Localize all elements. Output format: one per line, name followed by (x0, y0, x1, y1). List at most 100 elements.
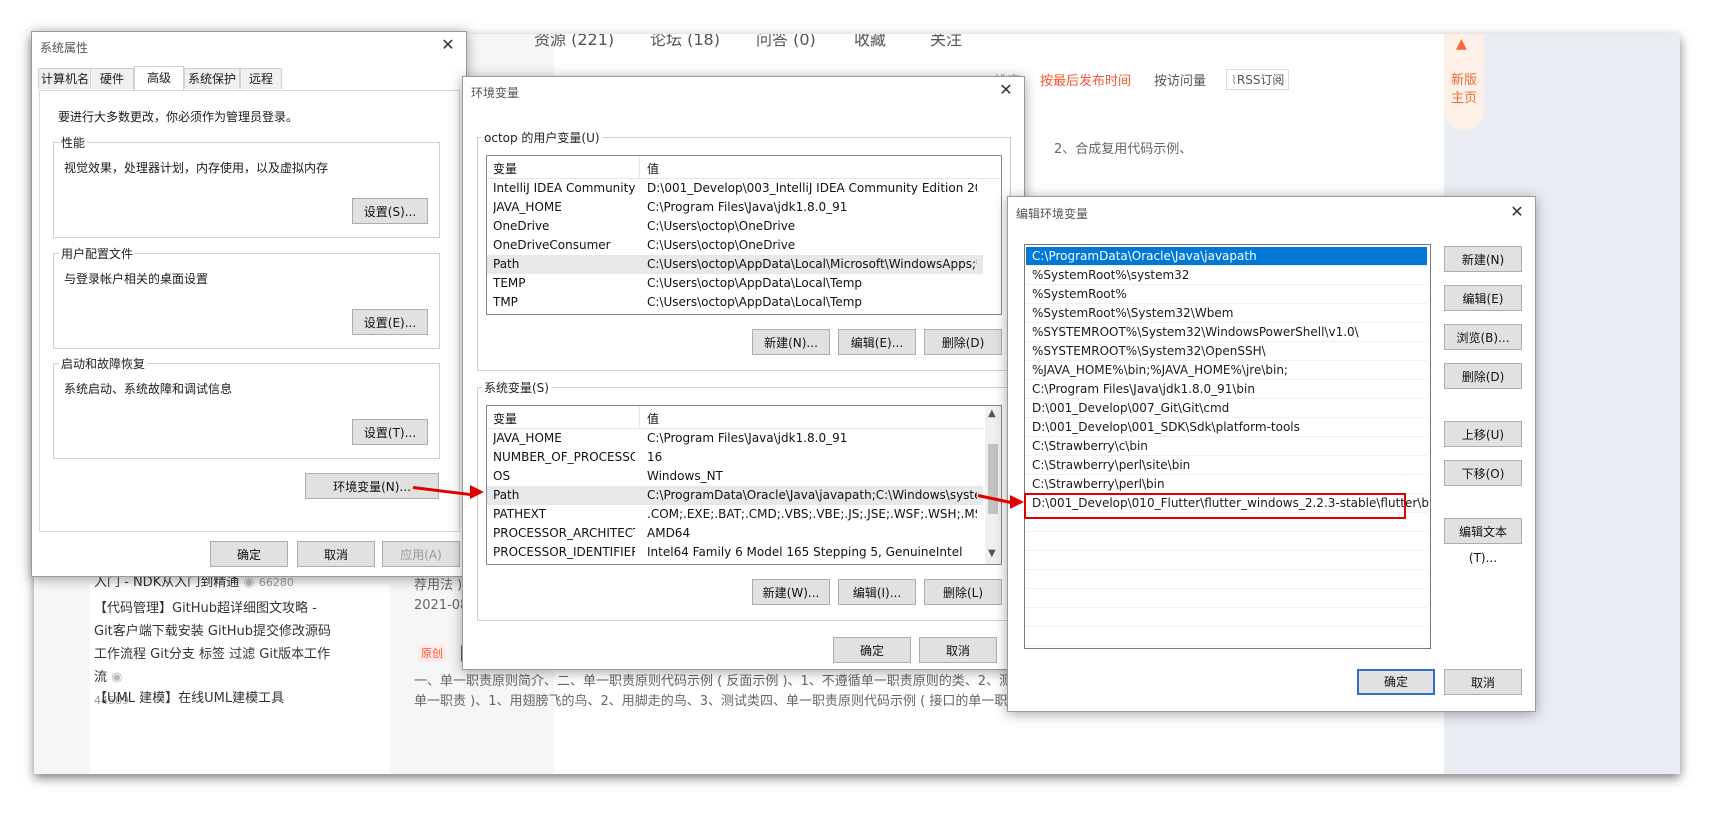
tab-qa[interactable]: 问答 (0) (756, 34, 816, 50)
table-row[interactable]: Path C:\Users\octop\AppData\Local\Microso… (487, 255, 983, 274)
vertical-scrollbar[interactable]: ▲ ▼ (985, 406, 1001, 564)
delete-button[interactable]: 删除(D) (1444, 363, 1522, 389)
new-button[interactable]: 新建(N) (1444, 246, 1522, 272)
tab-system-protection[interactable]: 系统保护 (184, 68, 240, 89)
performance-desc: 视觉效果，处理器计划，内存使用，以及虚拟内存 (64, 161, 329, 175)
cancel-button[interactable]: 取消 (919, 637, 997, 663)
ok-button[interactable]: 确定 (1357, 669, 1435, 695)
move-up-button[interactable]: 上移(U) (1444, 421, 1522, 447)
column-header-value[interactable]: 值 (647, 160, 659, 177)
path-entry[interactable]: %SYSTEMROOT%\System32\WindowsPowerShell\… (1026, 323, 1427, 342)
system-variables-table[interactable]: 变量 值 JAVA_HOME C:\Program Files\Java\jdk1… (486, 405, 1002, 565)
variable-value: D:\001_Develop\003_IntelliJ IDEA Communi… (647, 181, 977, 195)
path-entry[interactable]: %SystemRoot% (1026, 285, 1427, 304)
variable-value: AMD64 (647, 526, 691, 540)
user-delete-button[interactable]: 删除(D) (924, 329, 1002, 355)
ok-button[interactable]: 确定 (210, 541, 288, 567)
original-badge: 原创 (418, 644, 446, 662)
path-entry[interactable] (1026, 589, 1427, 608)
tab-hardware[interactable]: 硬件 (90, 68, 134, 89)
column-header-variable[interactable]: 变量 (493, 160, 517, 177)
table-row[interactable]: JAVA_HOME C:\Program Files\Java\jdk1.8.0_… (487, 429, 983, 448)
path-entry[interactable]: %SystemRoot%\system32 (1026, 266, 1427, 285)
tab-forum[interactable]: 论坛 (18) (650, 34, 720, 50)
startup-recovery-label: 启动和故障恢复 (59, 355, 148, 372)
path-entry[interactable]: C:\Strawberry\c\bin (1026, 437, 1427, 456)
variable-name: PROCESSOR_IDENTIFIER (493, 545, 635, 559)
scroll-up-icon[interactable]: ▲ (988, 408, 996, 419)
user-variables-table[interactable]: 变量 值 IntelliJ IDEA Community E... D:\001_… (486, 155, 1002, 315)
user-profile-settings-button[interactable]: 设置(E)... (352, 309, 428, 335)
path-entry[interactable] (1026, 551, 1427, 570)
ok-button[interactable]: 确定 (833, 637, 911, 663)
startup-recovery-settings-button[interactable]: 设置(T)... (352, 419, 428, 445)
sidebar-article-list: 入门 - NDK从入门到精通 ◉ 66280 【代码管理】GitHub超详细图文… (90, 575, 390, 774)
path-entry[interactable]: D:\001_Develop\001_SDK\Sdk\platform-tool… (1026, 418, 1427, 437)
scrollbar-thumb[interactable] (988, 444, 998, 514)
table-row[interactable]: IntelliJ IDEA Community E... D:\001_Devel… (487, 179, 983, 198)
user-profile-label: 用户配置文件 (59, 245, 136, 262)
tab-advanced[interactable]: 高级 (134, 66, 184, 91)
path-entry[interactable] (1026, 532, 1427, 551)
user-new-button[interactable]: 新建(N)... (752, 329, 830, 355)
article-snippet-right: 2、合成复用代码示例、 (1054, 142, 1193, 157)
browse-button[interactable]: 浏览(B)... (1444, 324, 1522, 350)
tab-resources[interactable]: 资源 (221) (534, 34, 614, 50)
apply-button[interactable]: 应用(A) (382, 541, 460, 567)
column-divider (639, 406, 640, 428)
tab-following[interactable]: 关注 (930, 34, 962, 50)
path-entry[interactable]: %SYSTEMROOT%\System32\OpenSSH\ (1026, 342, 1427, 361)
table-row[interactable]: Path C:\ProgramData\Oracle\Java\javapath;… (487, 486, 983, 505)
move-down-button[interactable]: 下移(O) (1444, 460, 1522, 486)
table-row[interactable]: JAVA_HOME C:\Program Files\Java\jdk1.8.0_… (487, 198, 983, 217)
table-row[interactable]: OneDriveConsumer C:\Users\octop\OneDrive (487, 236, 983, 255)
new-home-badge[interactable]: ▲ 新版主页 (1444, 34, 1484, 130)
variable-name: TMP (493, 295, 518, 309)
path-entry[interactable]: %SystemRoot%\System32\Wbem (1026, 304, 1427, 323)
table-row[interactable]: PROCESSOR_IDENTIFIER Intel64 Family 6 Mod… (487, 543, 983, 562)
column-header-value[interactable]: 值 (647, 410, 659, 427)
sort-visits-link[interactable]: 按访问量 (1154, 70, 1206, 89)
system-delete-button[interactable]: 删除(L) (924, 579, 1002, 605)
path-entry[interactable]: C:\Strawberry\perl\bin (1026, 475, 1427, 494)
path-entry[interactable]: D:\001_Develop\007_Git\Git\cmd (1026, 399, 1427, 418)
path-entry[interactable]: %JAVA_HOME%\bin;%JAVA_HOME%\jre\bin; (1026, 361, 1427, 380)
cancel-button[interactable]: 取消 (1444, 669, 1522, 695)
scroll-down-icon[interactable]: ▼ (988, 548, 996, 559)
path-entry[interactable] (1026, 608, 1427, 627)
table-row[interactable]: OneDrive C:\Users\octop\OneDrive (487, 217, 983, 236)
table-row[interactable]: TEMP C:\Users\octop\AppData\Local\Temp (487, 274, 983, 293)
system-edit-button[interactable]: 编辑(I)... (838, 579, 916, 605)
path-entry[interactable] (1026, 627, 1427, 646)
tab-favorites[interactable]: 收藏 (854, 34, 886, 50)
list-item[interactable]: 【UML 建模】在线UML建模工具 (94, 687, 374, 710)
path-entry[interactable] (1026, 570, 1427, 589)
edit-button[interactable]: 编辑(E) (1444, 285, 1522, 311)
path-entry[interactable]: C:\ProgramData\Oracle\Java\javapath (1026, 247, 1427, 266)
table-row[interactable]: PROCESSOR_ARCHITECT... AMD64 (487, 524, 983, 543)
variable-value: C:\Users\octop\AppData\Local\Microsoft\W… (647, 257, 977, 271)
column-header-variable[interactable]: 变量 (493, 410, 517, 427)
close-icon[interactable]: ✕ (436, 34, 460, 56)
tab-computer-name[interactable]: 计算机名 (38, 68, 92, 89)
close-icon[interactable]: ✕ (994, 79, 1018, 101)
cancel-button[interactable]: 取消 (297, 541, 375, 567)
table-row[interactable]: OS Windows_NT (487, 467, 983, 486)
table-row[interactable]: TMP C:\Users\octop\AppData\Local\Temp (487, 293, 983, 312)
system-properties-window: 系统属性 ✕ 计算机名 硬件 高级 系统保护 远程 要进行大多数更改，你必须作为… (31, 31, 467, 577)
path-entries-list[interactable]: C:\ProgramData\Oracle\Java\javapath %Syst… (1024, 244, 1431, 649)
window-title: 编辑环境变量 (1016, 207, 1089, 221)
table-row[interactable]: PATHEXT .COM;.EXE;.BAT;.CMD;.VBS;.VBE;.JS… (487, 505, 983, 524)
system-new-button[interactable]: 新建(W)... (752, 579, 830, 605)
tab-remote[interactable]: 远程 (240, 68, 282, 89)
table-row[interactable]: NUMBER_OF_PROCESSORS 16 (487, 448, 983, 467)
close-icon[interactable]: ✕ (1505, 201, 1529, 223)
edit-text-button[interactable]: 编辑文本(T)... (1444, 518, 1522, 565)
system-variables-group: 系统变量(S) 变量 值 JAVA_HOME C:\Program Files\J… (477, 379, 1011, 621)
path-entry[interactable]: C:\Program Files\Java\jdk1.8.0_91\bin (1026, 380, 1427, 399)
path-entry[interactable]: C:\Strawberry\perl\site\bin (1026, 456, 1427, 475)
rss-button[interactable]: ⌇RSS订阅 (1226, 69, 1290, 90)
performance-settings-button[interactable]: 设置(S)... (352, 198, 428, 224)
sort-latest-link[interactable]: 按最后发布时间 (1040, 70, 1131, 89)
user-edit-button[interactable]: 编辑(E)... (838, 329, 916, 355)
